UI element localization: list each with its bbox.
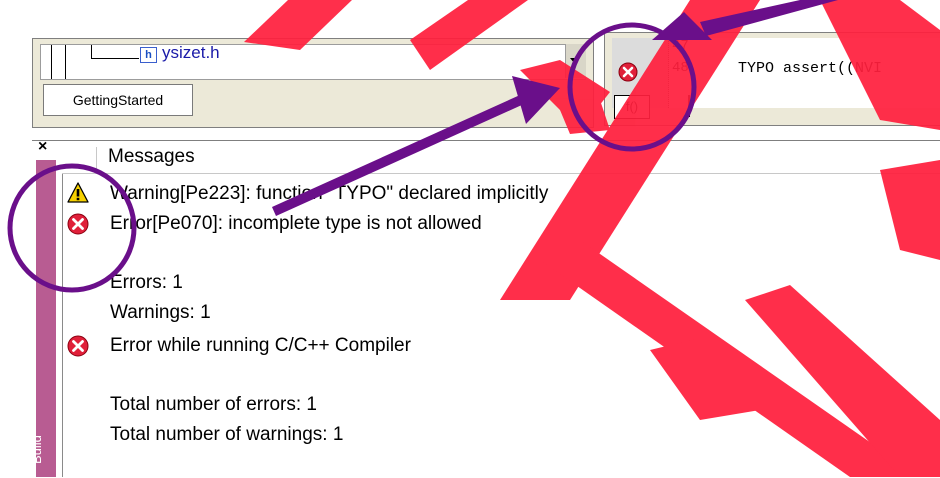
warning-icon [67, 182, 89, 203]
message-row[interactable]: Warning[Pe223]: function "TYPO" declared… [110, 183, 548, 205]
tab-separator [688, 95, 690, 117]
line-number: 48 [672, 60, 689, 76]
message-row[interactable]: Warnings: 1 [110, 302, 211, 324]
tree-branch-line [91, 58, 139, 59]
chevron-down-icon[interactable] [570, 58, 580, 64]
message-row[interactable]: Errors: 1 [110, 272, 183, 294]
tree-line [91, 45, 92, 59]
tree-line [51, 45, 52, 79]
code-line[interactable]: TYPO assert((NVI [738, 60, 882, 77]
error-icon [67, 335, 89, 357]
message-row[interactable]: Total number of warnings: 1 [110, 424, 343, 446]
message-row[interactable]: Error while running C/C++ Compiler [110, 335, 411, 357]
messages-header[interactable]: Messages [108, 146, 195, 168]
build-side-tab[interactable] [36, 160, 56, 477]
tree-file-ysizet-h[interactable]: ysizet.h [162, 43, 220, 63]
close-icon[interactable]: × [38, 138, 47, 156]
tree-line [65, 45, 66, 79]
message-row[interactable]: Total number of errors: 1 [110, 394, 317, 416]
header-column-divider[interactable] [96, 147, 97, 171]
error-icon [67, 213, 89, 235]
message-row[interactable]: Error[Pe070]: incomplete type is not all… [110, 213, 482, 235]
function-tab[interactable]: f() [614, 95, 650, 119]
build-side-label: Build [29, 435, 44, 464]
tab-gettingstarted[interactable]: GettingStarted [43, 84, 193, 116]
line-number: 47 [672, 38, 689, 54]
annotation-arrow-shaft [700, 0, 838, 36]
header-file-icon: h [140, 47, 157, 63]
error-icon [618, 62, 638, 82]
workspace-file-tree[interactable] [40, 44, 586, 80]
